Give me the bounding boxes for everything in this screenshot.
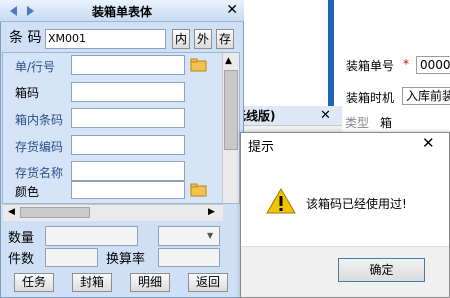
doc-row-input[interactable]: [71, 55, 185, 75]
dialog-message: 该箱码已经使用过!: [306, 197, 407, 211]
save-button[interactable]: 存: [216, 29, 234, 49]
qty-input[interactable]: [45, 226, 138, 246]
form-title: 装箱单表体: [91, 5, 152, 19]
barcode-label: 条 码: [9, 30, 42, 46]
middle-window-close-icon[interactable]: ✕: [320, 108, 331, 123]
scroll-right-icon[interactable]: ▶: [208, 207, 215, 217]
required-mark: *: [403, 57, 409, 71]
color-input[interactable]: [71, 181, 185, 199]
doc-row-label: 单/行号: [15, 60, 56, 74]
out-button[interactable]: 外: [194, 29, 212, 49]
chevron-down-icon[interactable]: ▼: [207, 231, 213, 240]
qty-label: 数量: [8, 231, 35, 246]
detail-button[interactable]: 明细: [130, 273, 170, 292]
inv-name-input[interactable]: [71, 161, 185, 181]
form-close-icon[interactable]: ✕: [226, 2, 238, 18]
box-time-select[interactable]: 入库前装: [402, 87, 450, 105]
ok-button[interactable]: 确定: [338, 258, 425, 282]
scroll-left-icon[interactable]: ◀: [8, 207, 15, 217]
box-code-input[interactable]: [71, 82, 185, 102]
dialog-title: 提示: [248, 140, 275, 155]
vertical-scroll-thumb[interactable]: [224, 70, 238, 150]
type-value: 箱: [380, 116, 393, 130]
box-no-label: 装箱单号: [346, 59, 395, 73]
inv-name-label: 存货名称: [15, 166, 64, 180]
back-button[interactable]: 返回: [188, 273, 228, 292]
seal-box-button[interactable]: 封箱: [72, 273, 112, 292]
inner-barcode-label: 箱内条码: [15, 113, 64, 127]
rate-label: 换算率: [106, 252, 146, 267]
pieces-input[interactable]: [45, 248, 98, 267]
color-label: 颜色: [15, 185, 40, 199]
inv-code-input[interactable]: [71, 135, 185, 155]
rate-input[interactable]: [158, 248, 220, 267]
color-lookup-folder-icon[interactable]: [190, 183, 208, 197]
box-form-titlebar: 装箱单表体 ✕: [0, 0, 244, 22]
dialog-close-icon[interactable]: ✕: [422, 134, 435, 152]
inner-barcode-input[interactable]: [71, 108, 185, 128]
box-time-label: 装箱时机: [346, 91, 395, 105]
pieces-label: 件数: [8, 252, 35, 267]
in-button[interactable]: 内: [172, 29, 190, 49]
scroll-up-icon[interactable]: ▲: [225, 56, 232, 66]
box-no-input[interactable]: 00000: [416, 56, 450, 74]
barcode-input[interactable]: XM001: [45, 29, 166, 49]
box-code-label: 箱码: [15, 86, 40, 100]
type-label: 类型: [345, 116, 370, 130]
horizontal-scroll-thumb[interactable]: [20, 207, 90, 218]
folder-lookup-icon[interactable]: [190, 58, 208, 72]
inv-code-label: 存货编码: [15, 140, 64, 154]
task-button[interactable]: 任务: [14, 273, 54, 292]
warning-icon: [266, 188, 296, 214]
